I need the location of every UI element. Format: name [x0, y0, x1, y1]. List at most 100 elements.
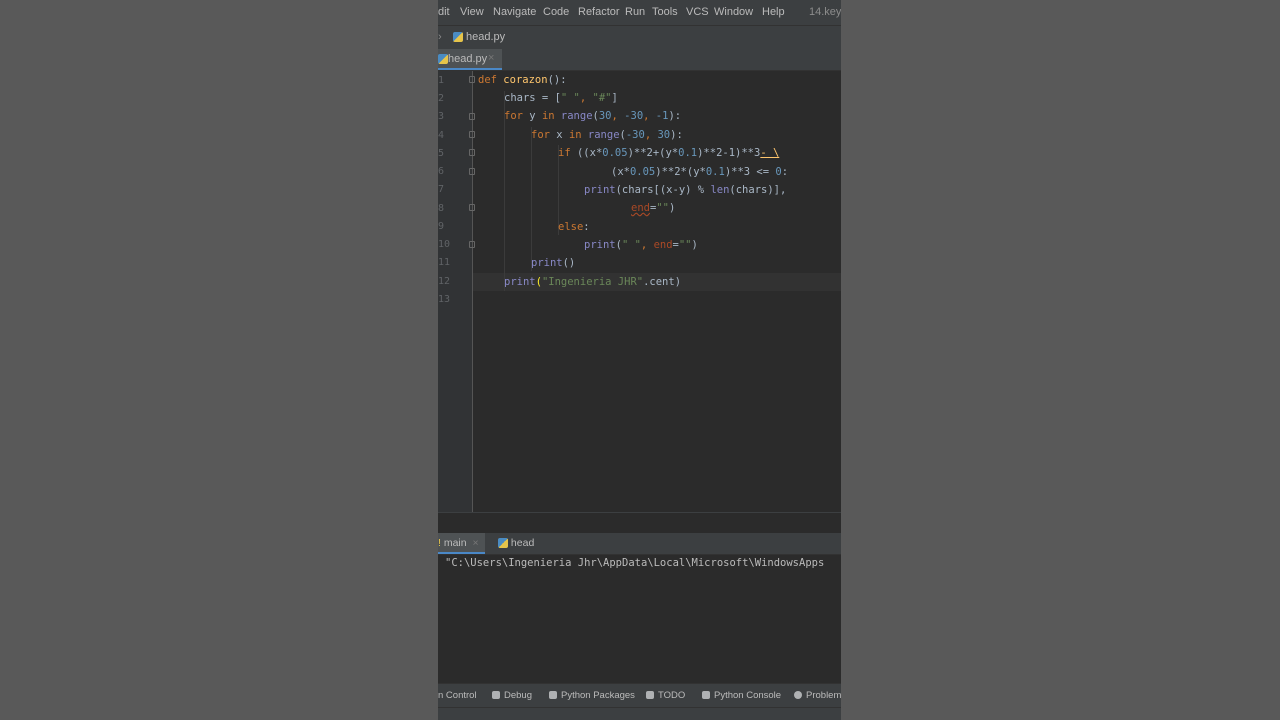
- code-token: :: [583, 221, 590, 233]
- code-token: end: [631, 202, 650, 214]
- fold-marker-icon[interactable]: [469, 149, 475, 156]
- run-tab-head[interactable]: head: [498, 533, 548, 554]
- menu-edit[interactable]: dit: [438, 6, 450, 18]
- tool-problems[interactable]: Problem: [794, 690, 841, 701]
- menu-code[interactable]: Code: [543, 6, 569, 18]
- fold-marker-icon[interactable]: [469, 76, 475, 83]
- code-token: "#": [592, 92, 612, 104]
- menu-navigate[interactable]: Navigate: [493, 6, 536, 18]
- menu-view[interactable]: View: [460, 6, 484, 18]
- line-number: 6: [438, 166, 445, 177]
- tool-label: n Control: [438, 690, 477, 701]
- code-editor[interactable]: 1 2 3 4 5 6 7 8 9 10 11 12 13 def corazo…: [438, 71, 841, 512]
- tool-label: TODO: [658, 690, 686, 701]
- fold-marker-icon[interactable]: [469, 113, 475, 120]
- run-tool-tabs: ! main × head: [438, 533, 841, 555]
- line-number: 12: [438, 276, 451, 287]
- code-token: ): [668, 202, 676, 214]
- close-icon[interactable]: ×: [488, 52, 494, 64]
- menu-refactor[interactable]: Refactor: [578, 6, 620, 18]
- run-console[interactable]: "C:\Users\Ingenieria Jhr\AppData\Local\M…: [438, 555, 841, 683]
- code-token: ():: [547, 74, 567, 86]
- code-token: 0.1: [678, 147, 698, 159]
- code-token: )**3 <=: [724, 166, 776, 178]
- run-config-icon: !: [438, 537, 441, 549]
- code-token: print: [504, 276, 536, 288]
- run-tab-label: head: [510, 537, 535, 549]
- menu-run[interactable]: Run: [625, 6, 645, 18]
- tool-label: Python Console: [714, 690, 782, 701]
- code-token: " ": [621, 239, 641, 251]
- code-token: chars = [: [504, 92, 561, 104]
- fold-marker-icon[interactable]: [469, 204, 475, 211]
- code-token: (chars[(x-y) %: [615, 184, 711, 196]
- code-token: ):: [668, 110, 682, 122]
- fold-marker-icon[interactable]: [469, 131, 475, 138]
- menu-vcs[interactable]: VCS: [686, 6, 709, 18]
- line-number: 9: [438, 221, 445, 232]
- status-bar: [438, 707, 841, 720]
- code-token: print: [584, 239, 616, 251]
- code-token: x: [549, 129, 569, 141]
- code-token: (): [562, 257, 576, 269]
- code-token: ]: [611, 92, 618, 104]
- code-token: corazon: [503, 74, 548, 86]
- code-token: )**2-1)**3: [697, 147, 761, 159]
- line-number: 7: [438, 184, 445, 195]
- code-token: print: [584, 184, 616, 196]
- menu-tools[interactable]: Tools: [652, 6, 678, 18]
- code-token: 0.05: [602, 147, 628, 159]
- line-number: 1: [438, 75, 445, 86]
- tab-label: head.py: [448, 53, 488, 65]
- tool-python-console[interactable]: Python Console: [702, 690, 781, 701]
- code-line-3: for y in range(30, -30, -1):: [504, 109, 681, 123]
- tool-window-bar: n Control Debug Python Packages TODO Pyt…: [438, 683, 841, 708]
- code-token: len: [710, 184, 730, 196]
- breadcrumb-file[interactable]: head.py: [466, 31, 505, 43]
- close-icon[interactable]: ×: [473, 537, 479, 549]
- code-token: 30: [598, 110, 612, 122]
- fold-marker-icon[interactable]: [469, 168, 475, 175]
- editor-scrollbar[interactable]: [438, 512, 841, 534]
- fold-marker-icon[interactable]: [469, 241, 475, 248]
- code-token: range: [581, 129, 620, 141]
- code-token: (chars)],: [729, 184, 787, 196]
- code-line-6: (x*0.05)**2*(y*0.1)**3 <= 0:: [611, 165, 788, 179]
- info-icon: [794, 691, 802, 699]
- code-token: y: [522, 110, 542, 122]
- tool-label: Python Packages: [561, 690, 635, 701]
- code-token: 30: [657, 129, 671, 141]
- code-line-2: chars = [" ", "#"]: [504, 91, 618, 105]
- code-line-9: else:: [558, 220, 590, 234]
- code-token: -30: [625, 129, 645, 141]
- console-output-line: "C:\Users\Ingenieria Jhr\AppData\Local\M…: [445, 557, 825, 569]
- tab-head-py[interactable]: head.py ×: [438, 49, 502, 70]
- tool-python-packages[interactable]: Python Packages: [549, 690, 635, 701]
- code-token: def: [478, 74, 497, 86]
- tool-todo[interactable]: TODO: [646, 690, 685, 701]
- code-line-11: print(): [531, 256, 575, 270]
- menu-window[interactable]: Window: [714, 6, 753, 18]
- code-line-5: if ((x*0.05)**2+(y*0.1)**2-1)**3- \: [558, 146, 779, 160]
- code-token: "Ingenieria JHR": [541, 276, 644, 288]
- code-token: "": [678, 239, 692, 251]
- run-tab-label: main: [443, 537, 467, 549]
- tool-version-control[interactable]: n Control: [438, 690, 477, 701]
- code-token: :: [781, 166, 789, 178]
- code-token: end: [653, 239, 673, 251]
- code-token: ):: [670, 129, 683, 141]
- code-line-1: def corazon():: [478, 73, 567, 87]
- code-line-7: print(chars[(x-y) % len(chars)],: [584, 183, 786, 197]
- list-icon: [646, 691, 654, 699]
- python-file-icon: [498, 538, 508, 549]
- code-token: -30: [624, 110, 644, 122]
- run-tab-main[interactable]: ! main ×: [438, 533, 485, 554]
- code-token: .cent): [643, 276, 682, 288]
- code-token: ,: [643, 110, 656, 122]
- code-token: 0.1: [705, 166, 725, 178]
- tool-debug[interactable]: Debug: [492, 690, 532, 701]
- tool-label: Debug: [504, 690, 532, 701]
- menu-help[interactable]: Help: [762, 6, 785, 18]
- code-line-4: for x in range(-30, 30):: [531, 128, 683, 142]
- editor-tab-strip: head.py ×: [438, 49, 841, 71]
